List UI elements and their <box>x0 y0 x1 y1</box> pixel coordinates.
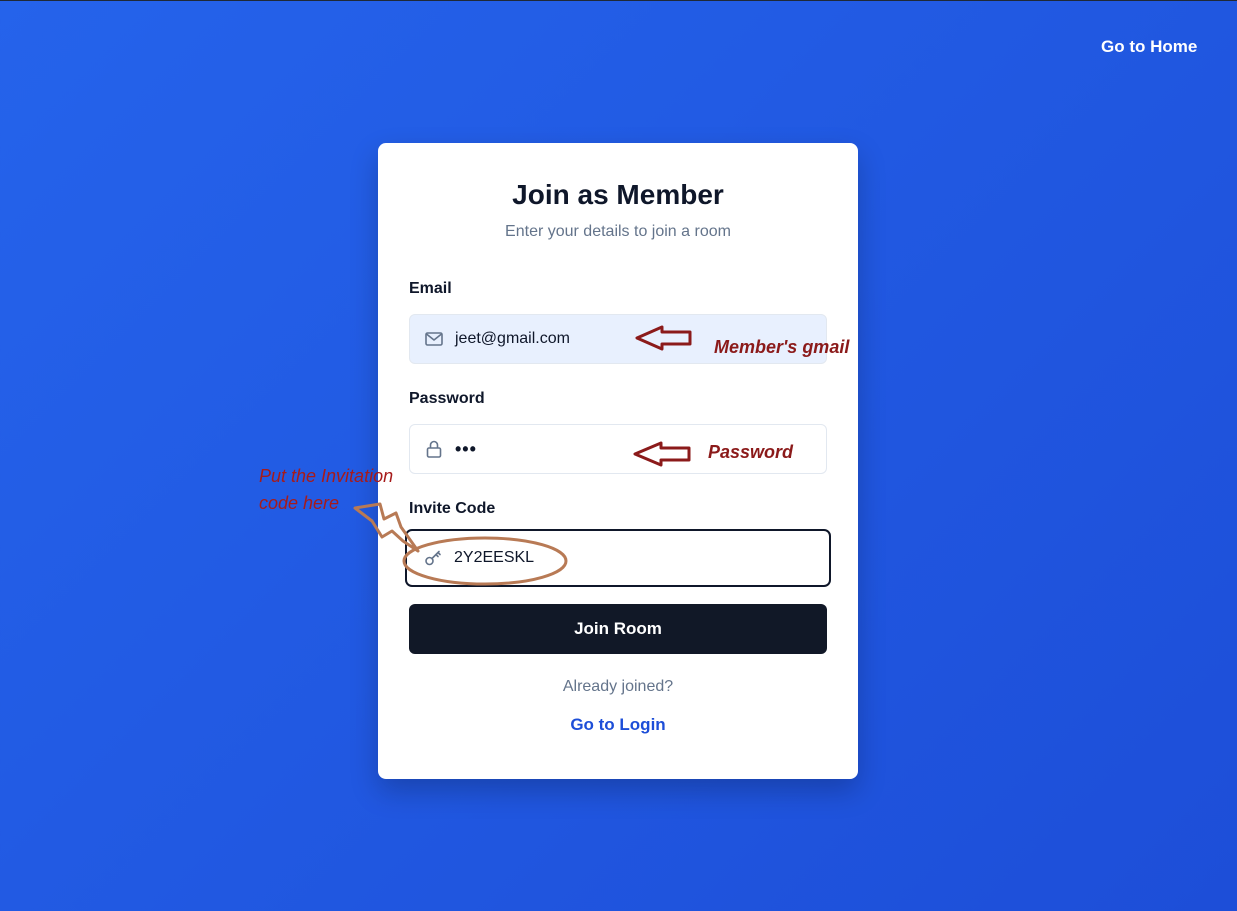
invite-code-field[interactable]: 2Y2EESKL <box>405 529 831 587</box>
mail-icon <box>424 329 444 349</box>
key-icon <box>423 548 443 568</box>
invite-code-value: 2Y2EESKL <box>454 549 535 566</box>
email-value: jeet@gmail.com <box>455 330 570 347</box>
email-annotation: Member's gmail <box>714 337 850 357</box>
join-room-button[interactable]: Join Room <box>409 604 827 654</box>
password-label: Password <box>409 390 485 407</box>
go-to-login-link[interactable]: Go to Login <box>378 715 858 735</box>
password-annotation: Password <box>708 442 794 462</box>
invite-annotation-line2: code here <box>259 493 340 513</box>
email-label: Email <box>409 280 452 297</box>
invite-annotation-line1: Put the Invitation <box>259 466 394 486</box>
go-to-home-link[interactable]: Go to Home <box>1101 37 1197 57</box>
invite-code-label: Invite Code <box>409 500 496 517</box>
already-joined-text: Already joined? <box>562 678 674 695</box>
lock-icon <box>424 439 444 459</box>
password-value: ••• <box>455 438 477 459</box>
page-subtitle: Enter your details to join a room <box>505 223 731 240</box>
page-title: Join as Member <box>512 179 724 210</box>
